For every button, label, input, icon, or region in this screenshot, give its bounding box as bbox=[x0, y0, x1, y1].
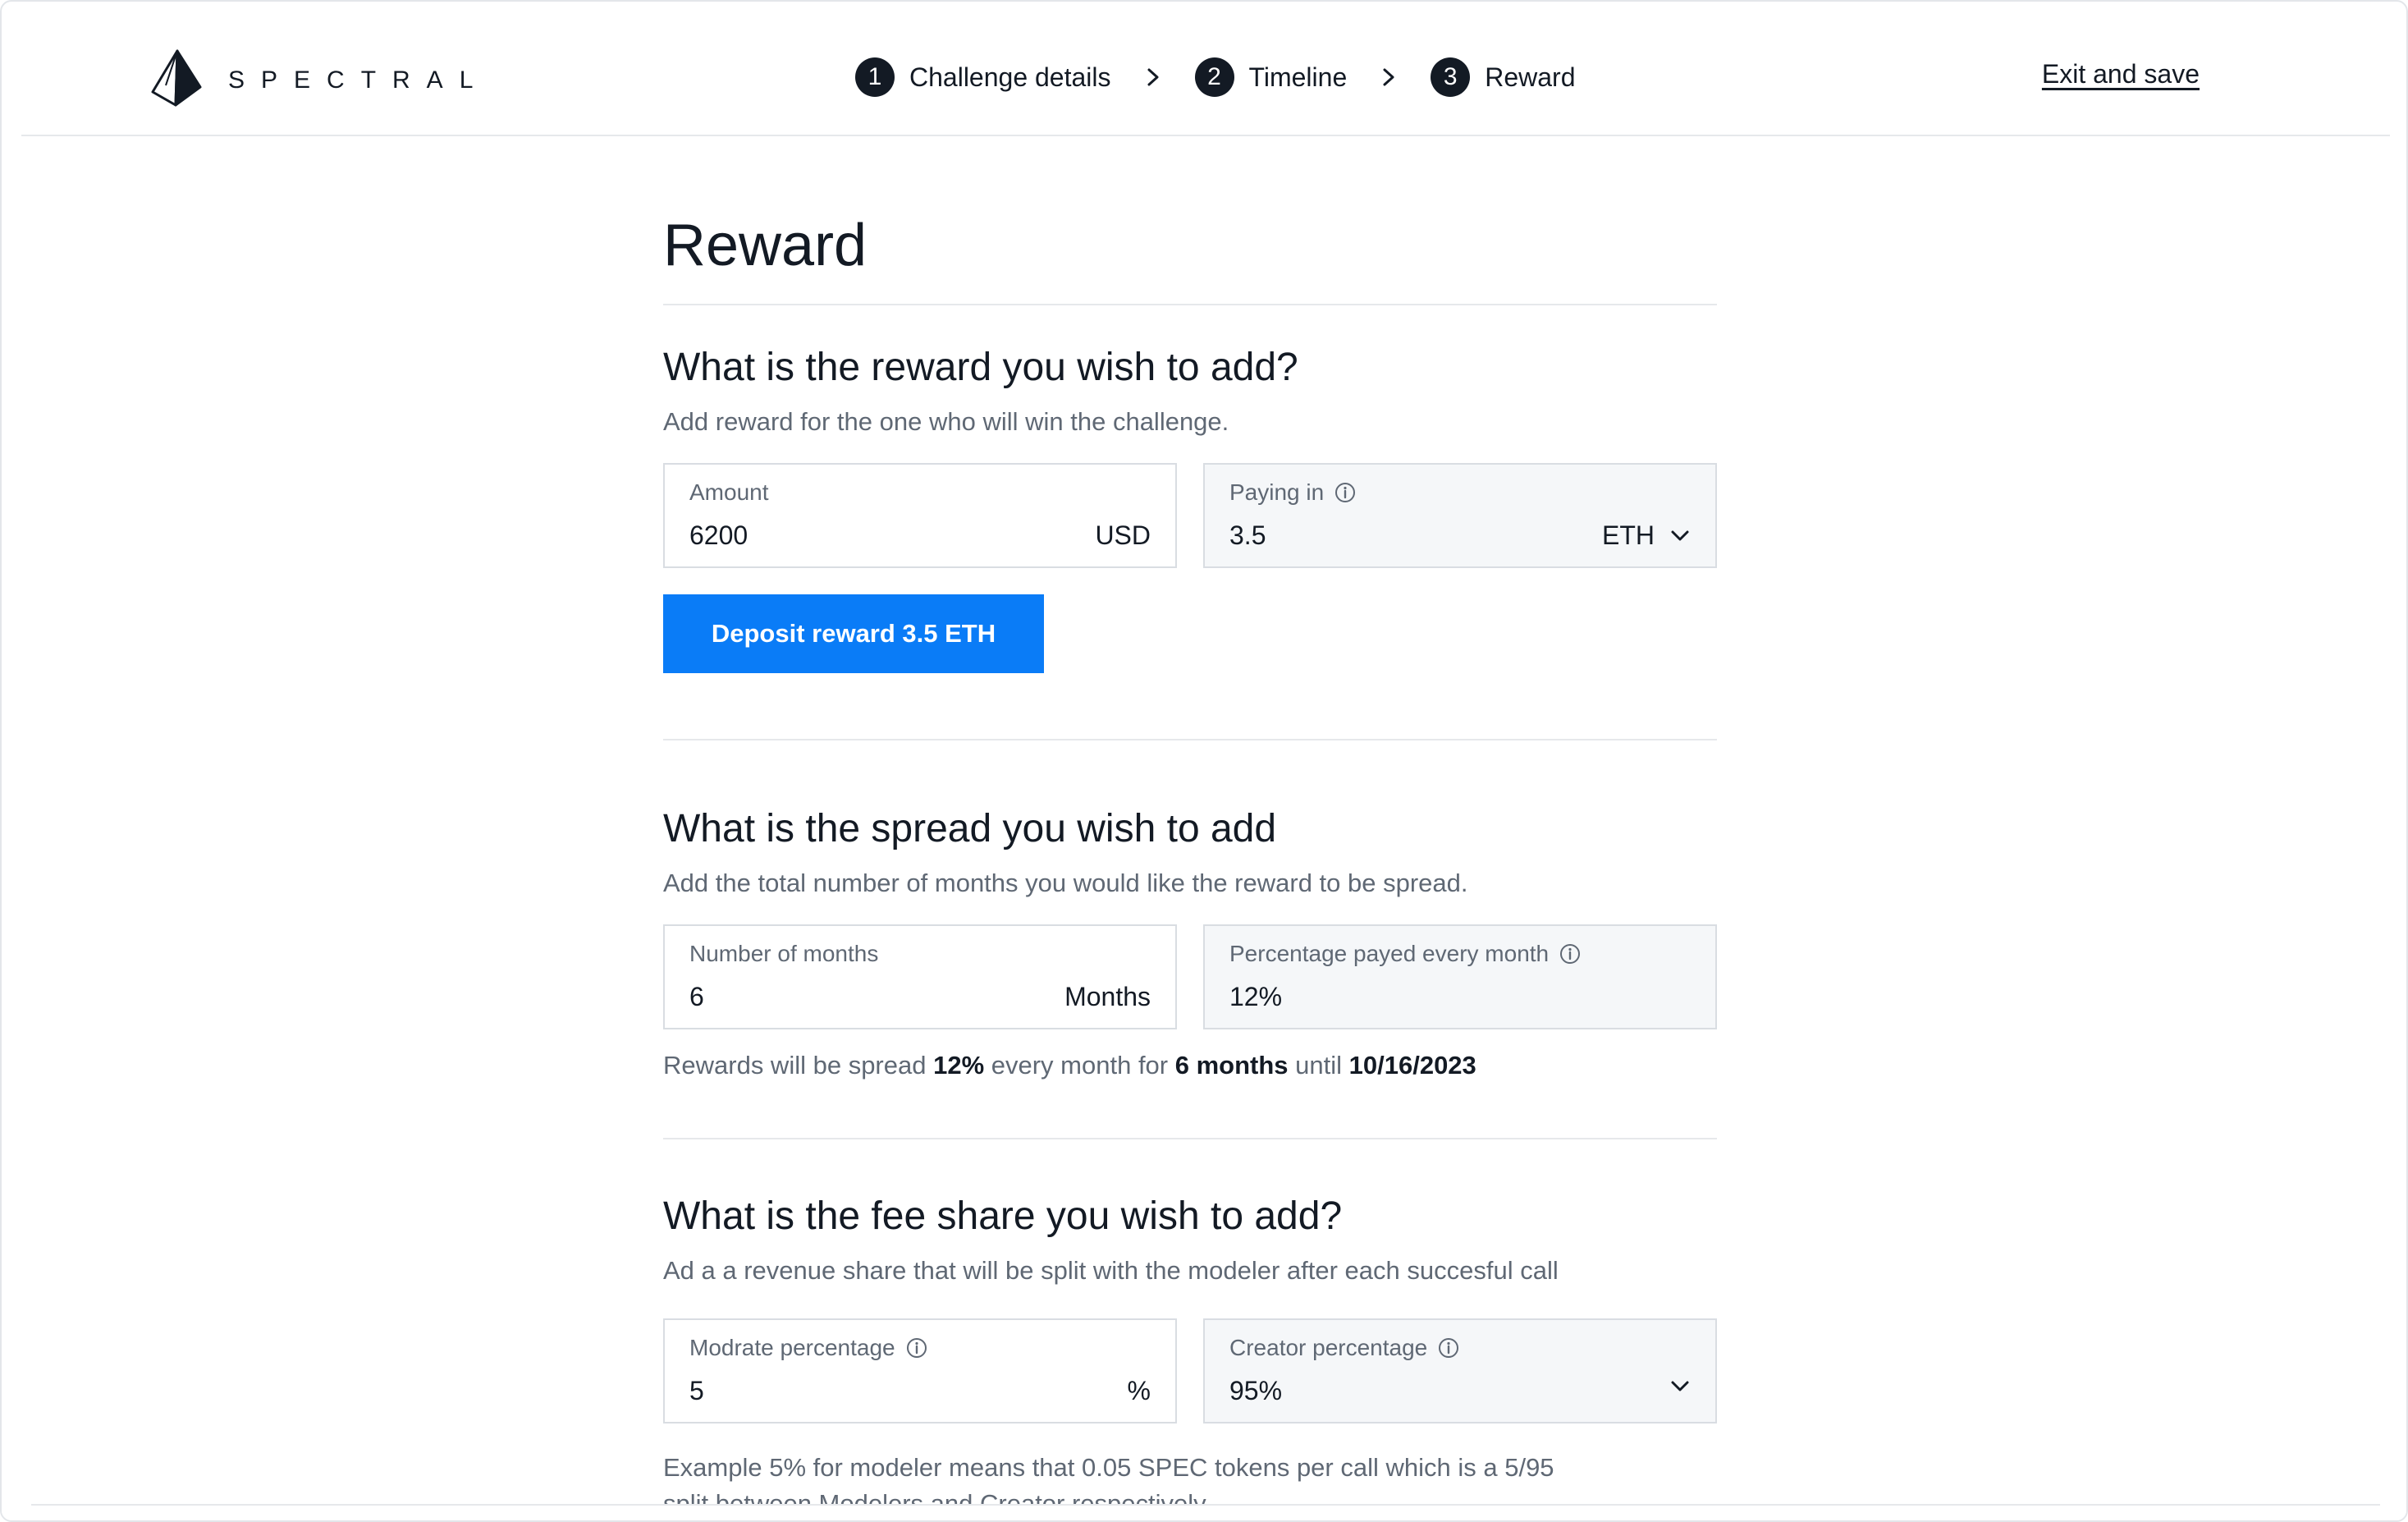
months-unit: Months bbox=[1064, 982, 1151, 1011]
divider bbox=[663, 739, 1717, 740]
fee-share-subheading: Ad a a revenue share that will be split … bbox=[663, 1256, 1559, 1285]
step-number: 1 bbox=[855, 57, 895, 97]
step-challenge-details[interactable]: 1 Challenge details bbox=[855, 57, 1111, 97]
divider bbox=[663, 1138, 1717, 1139]
chevron-down-icon bbox=[1669, 1376, 1691, 1397]
creator-percentage-label-wrap: Creator percentage bbox=[1229, 1335, 1460, 1361]
paying-in-label-wrap: Paying in bbox=[1229, 479, 1357, 506]
step-label: Timeline bbox=[1248, 62, 1348, 92]
summary-date: 10/16/2023 bbox=[1348, 1051, 1476, 1080]
step-number: 2 bbox=[1194, 57, 1234, 97]
paying-in-label: Paying in bbox=[1229, 479, 1325, 505]
info-icon[interactable] bbox=[1334, 481, 1357, 504]
stepper: 1 Challenge details 2 Timeline 3 Reward bbox=[855, 56, 1576, 99]
step-timeline[interactable]: 2 Timeline bbox=[1194, 57, 1348, 97]
amount-input[interactable]: 6200 bbox=[689, 520, 748, 551]
monthly-percentage-value: 12% bbox=[1229, 982, 1283, 1011]
creator-percentage-select[interactable]: Creator percentage 95% bbox=[1203, 1318, 1717, 1423]
step-label: Reward bbox=[1485, 62, 1576, 92]
monthly-percentage-label: Percentage payed every month bbox=[1229, 941, 1550, 966]
currency-selected: ETH bbox=[1602, 520, 1655, 550]
amount-currency: USD bbox=[1095, 520, 1151, 550]
top-bar: SPECTRAL 1 Challenge details 2 Timeline … bbox=[21, 2, 2390, 136]
fee-share-heading: What is the fee share you wish to add? bbox=[663, 1194, 1343, 1238]
paying-in-field[interactable]: Paying in 3.5 ETH bbox=[1203, 463, 1717, 568]
months-label: Number of months bbox=[689, 941, 879, 966]
chevron-down-icon bbox=[1669, 525, 1691, 547]
chevron-right-icon bbox=[1378, 66, 1399, 88]
moderate-percentage-field[interactable]: Modrate percentage 5 % bbox=[663, 1318, 1177, 1423]
info-icon[interactable] bbox=[1437, 1336, 1460, 1359]
brand-logo[interactable]: SPECTRAL bbox=[151, 49, 489, 111]
spread-heading: What is the spread you wish to add bbox=[663, 807, 1277, 850]
currency-select[interactable]: ETH bbox=[1602, 520, 1691, 551]
moderate-percentage-label-wrap: Modrate percentage bbox=[689, 1335, 928, 1361]
summary-months: 6 months bbox=[1174, 1051, 1289, 1080]
creator-percentage-label: Creator percentage bbox=[1229, 1335, 1428, 1360]
moderate-percentage-label: Modrate percentage bbox=[689, 1335, 895, 1360]
step-number: 3 bbox=[1431, 57, 1471, 97]
paying-in-value: 3.5 bbox=[1229, 520, 1266, 550]
monthly-percentage-field: Percentage payed every month 12% bbox=[1203, 924, 1717, 1029]
creator-select-toggle[interactable] bbox=[1655, 1376, 1691, 1397]
summary-until: until bbox=[1288, 1051, 1349, 1080]
months-input[interactable]: 6 bbox=[689, 982, 704, 1012]
bottom-edge bbox=[2, 1506, 2406, 1520]
creator-percentage-value: 95% bbox=[1229, 1376, 1283, 1405]
exit-and-save-link[interactable]: Exit and save bbox=[2042, 59, 2200, 89]
info-icon[interactable] bbox=[1559, 942, 1582, 965]
monthly-percentage-label-wrap: Percentage payed every month bbox=[1229, 941, 1582, 967]
spread-subheading: Add the total number of months you would… bbox=[663, 869, 1468, 897]
reward-heading: What is the reward you wish to add? bbox=[663, 346, 1298, 389]
chevron-right-icon bbox=[1142, 66, 1164, 88]
summary-middle: every month for bbox=[984, 1051, 1175, 1080]
deposit-reward-button[interactable]: Deposit reward 3.5 ETH bbox=[663, 594, 1044, 673]
percent-unit: % bbox=[1127, 1376, 1151, 1405]
reward-subheading: Add reward for the one who will win the … bbox=[663, 407, 1229, 436]
moderate-percentage-input[interactable]: 5 bbox=[689, 1376, 704, 1406]
step-reward[interactable]: 3 Reward bbox=[1431, 57, 1576, 97]
divider bbox=[663, 304, 1717, 305]
amount-field[interactable]: Amount 6200 USD bbox=[663, 463, 1177, 568]
step-label: Challenge details bbox=[909, 62, 1111, 92]
months-field[interactable]: Number of months 6 Months bbox=[663, 924, 1177, 1029]
brand-name: SPECTRAL bbox=[228, 66, 490, 94]
spectral-logo-icon bbox=[151, 49, 204, 111]
app-window: SPECTRAL 1 Challenge details 2 Timeline … bbox=[0, 0, 2408, 1522]
page-title: Reward bbox=[663, 213, 868, 278]
spread-summary: Rewards will be spread 12% every month f… bbox=[663, 1051, 1476, 1080]
summary-percent: 12% bbox=[933, 1051, 985, 1080]
summary-prefix: Rewards will be spread bbox=[663, 1051, 934, 1080]
amount-label: Amount bbox=[689, 479, 769, 505]
info-icon[interactable] bbox=[905, 1336, 928, 1359]
